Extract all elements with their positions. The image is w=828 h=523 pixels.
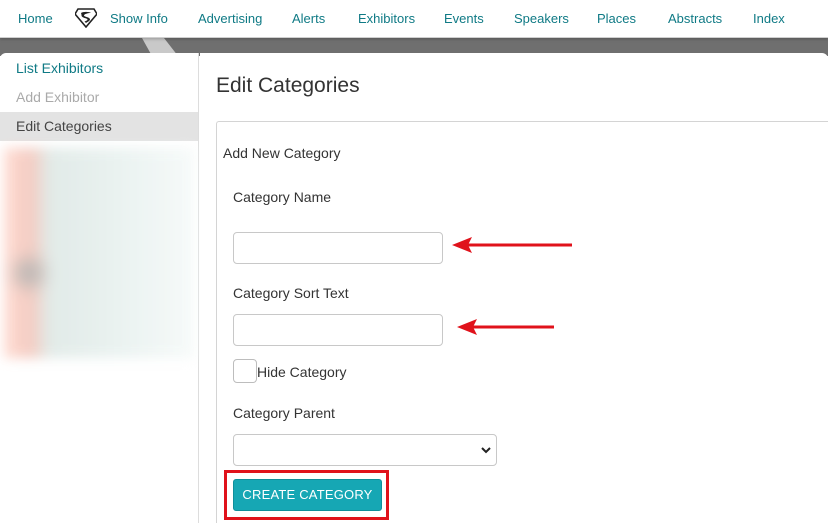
nav-index[interactable]: Index (753, 11, 785, 26)
category-parent-label: Category Parent (233, 405, 335, 421)
nav-abstracts[interactable]: Abstracts (668, 11, 722, 26)
nav-events[interactable]: Events (444, 11, 484, 26)
sidebar-item-list-exhibitors[interactable]: List Exhibitors (0, 54, 198, 83)
nav-alerts[interactable]: Alerts (292, 11, 325, 26)
sidebar: List Exhibitors Add Exhibitor Edit Categ… (0, 53, 199, 523)
create-category-button[interactable]: CREATE CATEGORY (233, 479, 382, 511)
sidebar-item-add-exhibitor: Add Exhibitor (16, 89, 100, 105)
nav-exhibitors[interactable]: Exhibitors (358, 11, 415, 26)
blurred-image (4, 148, 194, 358)
category-sort-text-label: Category Sort Text (233, 285, 349, 301)
category-parent-select[interactable] (233, 434, 497, 466)
annotation-arrow-icon (452, 237, 572, 253)
chevron-down-icon (481, 447, 491, 454)
hide-category-checkbox[interactable] (233, 359, 257, 383)
category-name-label: Category Name (233, 189, 332, 205)
page-title: Edit Categories (216, 74, 360, 97)
nav-places[interactable]: Places (597, 11, 636, 26)
nav-show-info[interactable]: Show Info (110, 11, 168, 26)
superman-shield-icon[interactable] (74, 8, 98, 29)
panel-heading: Add New Category (223, 145, 341, 161)
category-sort-text-input[interactable] (233, 314, 443, 346)
nav-advertising[interactable]: Advertising (198, 11, 262, 26)
nav-speakers[interactable]: Speakers (514, 11, 569, 26)
hide-category-label: Hide Category (257, 364, 347, 380)
nav-home[interactable]: Home (18, 11, 53, 26)
annotation-arrow-icon (457, 319, 554, 335)
top-nav: Home Show Info Advertising Alerts Exhibi… (0, 0, 828, 38)
category-name-input[interactable] (233, 232, 443, 264)
sidebar-item-edit-categories[interactable]: Edit Categories (0, 112, 198, 141)
